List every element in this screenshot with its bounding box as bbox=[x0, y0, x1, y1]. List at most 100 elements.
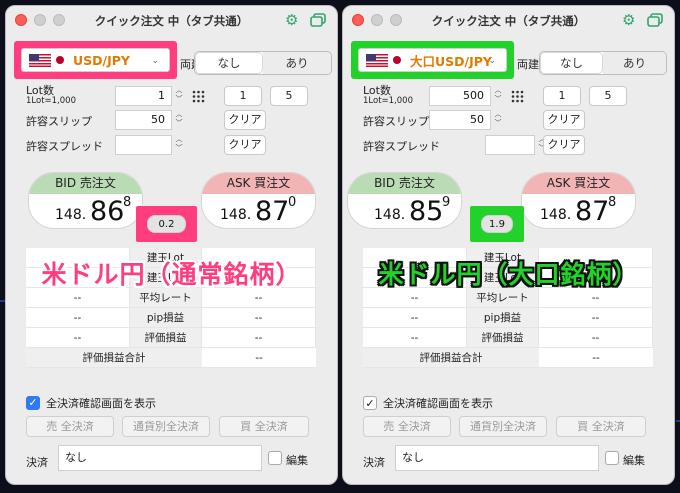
spread-value: 0.2 bbox=[147, 215, 186, 233]
slip-stepper[interactable]: ︿ ﹀ bbox=[174, 110, 184, 130]
spread-limit-stepper[interactable]: ︿ ﹀ bbox=[174, 135, 184, 155]
table-row: -- pip損益 -- bbox=[26, 308, 316, 328]
spread-limit-label: 許容スプレッド bbox=[26, 140, 103, 153]
lot-preset-1-button[interactable]: 1 bbox=[543, 86, 581, 106]
bid-price-prefix: 148. bbox=[55, 207, 87, 223]
confirm-checkbox[interactable]: ✓ 全決済確認画面を表示 bbox=[26, 395, 156, 411]
ask-label: ASK 買注文 bbox=[202, 173, 315, 194]
chart-line bbox=[676, 420, 680, 422]
table-row: -- 評価損益 -- bbox=[26, 328, 316, 348]
keypad-icon[interactable] bbox=[511, 90, 524, 103]
ask-buy-button[interactable]: ASK 買注文 148. 87 8 bbox=[521, 172, 636, 229]
jp-flag-icon bbox=[56, 56, 64, 64]
hedge-toggle: なし あり bbox=[539, 51, 667, 75]
settle-label: 決済 bbox=[26, 456, 48, 469]
lot-unit-label: 1Lot=1,000 bbox=[26, 96, 76, 106]
currency-all-button[interactable]: 通貨別全決済 bbox=[122, 416, 210, 437]
confirm-checkbox[interactable]: ✓ 全決済確認画面を表示 bbox=[363, 395, 493, 411]
hedge-option-yes[interactable]: あり bbox=[263, 52, 331, 74]
symbol-highlight: USD/JPY ⌄ bbox=[14, 41, 177, 79]
lot-stepper[interactable]: ︿ ﹀ bbox=[493, 86, 503, 106]
hedge-toggle: なし あり bbox=[194, 51, 332, 75]
spread-limit-label: 許容スプレッド bbox=[363, 140, 440, 153]
ask-price: 148. 87 8 bbox=[522, 194, 635, 228]
spread-limit-input[interactable] bbox=[485, 135, 535, 155]
slip-input[interactable]: 50 bbox=[429, 110, 491, 130]
settle-field[interactable]: なし bbox=[395, 445, 599, 471]
buy-all-button[interactable]: 買 全決済 bbox=[219, 416, 309, 437]
ask-price-sup: 8 bbox=[608, 195, 617, 210]
ask-price-sup: 0 bbox=[288, 195, 297, 210]
sell-all-button[interactable]: 売 全決済 bbox=[363, 416, 451, 437]
keypad-icon[interactable] bbox=[192, 90, 205, 103]
spread-clear-button[interactable]: クリア bbox=[543, 135, 585, 155]
jp-flag-icon bbox=[393, 56, 401, 64]
slip-stepper[interactable]: ︿ ﹀ bbox=[493, 110, 503, 130]
symbol-highlight: 大口USD/JPY ⌄ bbox=[351, 41, 514, 79]
windows-icon[interactable] bbox=[647, 13, 663, 27]
bid-label: BID 売注文 bbox=[29, 173, 142, 194]
total-label: 評価損益合計 bbox=[26, 348, 202, 368]
check-icon[interactable]: ✓ bbox=[26, 396, 40, 410]
bid-price: 148. 85 9 bbox=[348, 194, 461, 228]
symbol-select[interactable]: USD/JPY ⌄ bbox=[21, 48, 170, 72]
bid-label: BID 売注文 bbox=[348, 173, 461, 194]
currency-all-button[interactable]: 通貨別全決済 bbox=[459, 416, 547, 437]
edit-checkbox[interactable] bbox=[268, 451, 282, 465]
bid-price: 148. 86 8 bbox=[29, 194, 142, 228]
table-row: -- pip損益 -- bbox=[363, 308, 653, 328]
bid-price-prefix: 148. bbox=[374, 207, 406, 223]
spread-value: 1.9 bbox=[481, 215, 513, 233]
hedge-option-yes[interactable]: あり bbox=[603, 52, 666, 74]
gear-icon[interactable]: ⚙ bbox=[285, 12, 301, 28]
bid-price-big: 85 bbox=[409, 196, 444, 227]
quick-order-window-large: クイック注文 中（タブ共通） ⚙ 大口USD/JPY ⌄ 両建 なし あり Lo… bbox=[342, 5, 675, 485]
table-row: -- 平均レート -- bbox=[26, 288, 316, 308]
edit-checkbox[interactable] bbox=[605, 451, 619, 465]
slip-clear-button[interactable]: クリア bbox=[224, 110, 266, 130]
ask-buy-button[interactable]: ASK 買注文 148. 87 0 bbox=[201, 172, 316, 229]
buy-all-button[interactable]: 買 全決済 bbox=[556, 416, 646, 437]
edit-label: 編集 bbox=[623, 454, 645, 467]
spread-clear-button[interactable]: クリア bbox=[224, 135, 266, 155]
slip-label: 許容スリップ bbox=[363, 115, 429, 128]
table-row: -- 平均レート -- bbox=[363, 288, 653, 308]
lot-input[interactable]: 1 bbox=[115, 86, 172, 106]
sell-all-button[interactable]: 売 全決済 bbox=[26, 416, 114, 437]
ask-price: 148. 87 0 bbox=[202, 194, 315, 228]
ask-price-prefix: 148. bbox=[540, 207, 572, 223]
overlay-title: 米ドル円（通常銘柄） bbox=[41, 260, 302, 289]
spread-limit-input[interactable] bbox=[115, 135, 172, 155]
hedge-label: 両建 bbox=[517, 58, 539, 71]
chevron-down-icon: ⌄ bbox=[151, 56, 159, 66]
slip-clear-button[interactable]: クリア bbox=[543, 110, 585, 130]
table-total-row: 評価損益合計 -- bbox=[26, 348, 316, 368]
titlebar: クイック注文 中（タブ共通） ⚙ bbox=[6, 6, 337, 34]
lot-preset-1-button[interactable]: 1 bbox=[224, 86, 262, 106]
titlebar: クイック注文 中（タブ共通） ⚙ bbox=[343, 6, 674, 34]
hedge-option-none[interactable]: なし bbox=[540, 52, 603, 74]
ask-price-big: 87 bbox=[255, 196, 290, 227]
lot-preset-5-button[interactable]: 5 bbox=[589, 86, 627, 106]
symbol-select[interactable]: 大口USD/JPY ⌄ bbox=[358, 48, 507, 72]
lot-input[interactable]: 500 bbox=[429, 86, 491, 106]
hedge-option-none[interactable]: なし bbox=[195, 52, 263, 74]
symbol-label: 大口USD/JPY bbox=[410, 53, 492, 69]
lot-preset-5-button[interactable]: 5 bbox=[270, 86, 308, 106]
slip-label: 許容スリップ bbox=[26, 115, 92, 128]
settle-field[interactable]: なし bbox=[58, 445, 262, 471]
slip-input[interactable]: 50 bbox=[115, 110, 172, 130]
ask-label: ASK 買注文 bbox=[522, 173, 635, 194]
bid-sell-button[interactable]: BID 売注文 148. 86 8 bbox=[28, 172, 143, 229]
check-icon[interactable]: ✓ bbox=[363, 396, 377, 410]
bid-price-sup: 9 bbox=[442, 195, 451, 210]
gear-icon[interactable]: ⚙ bbox=[622, 12, 638, 28]
total-label: 評価損益合計 bbox=[363, 348, 539, 368]
overlay-title: 米ドル円（大口銘柄） bbox=[378, 260, 639, 289]
edit-label: 編集 bbox=[286, 454, 308, 467]
chevron-down-icon: ⌄ bbox=[488, 56, 496, 66]
bid-sell-button[interactable]: BID 売注文 148. 85 9 bbox=[347, 172, 462, 229]
windows-icon[interactable] bbox=[310, 13, 326, 27]
lot-stepper[interactable]: ︿ ﹀ bbox=[174, 86, 184, 106]
ask-price-prefix: 148. bbox=[220, 207, 252, 223]
